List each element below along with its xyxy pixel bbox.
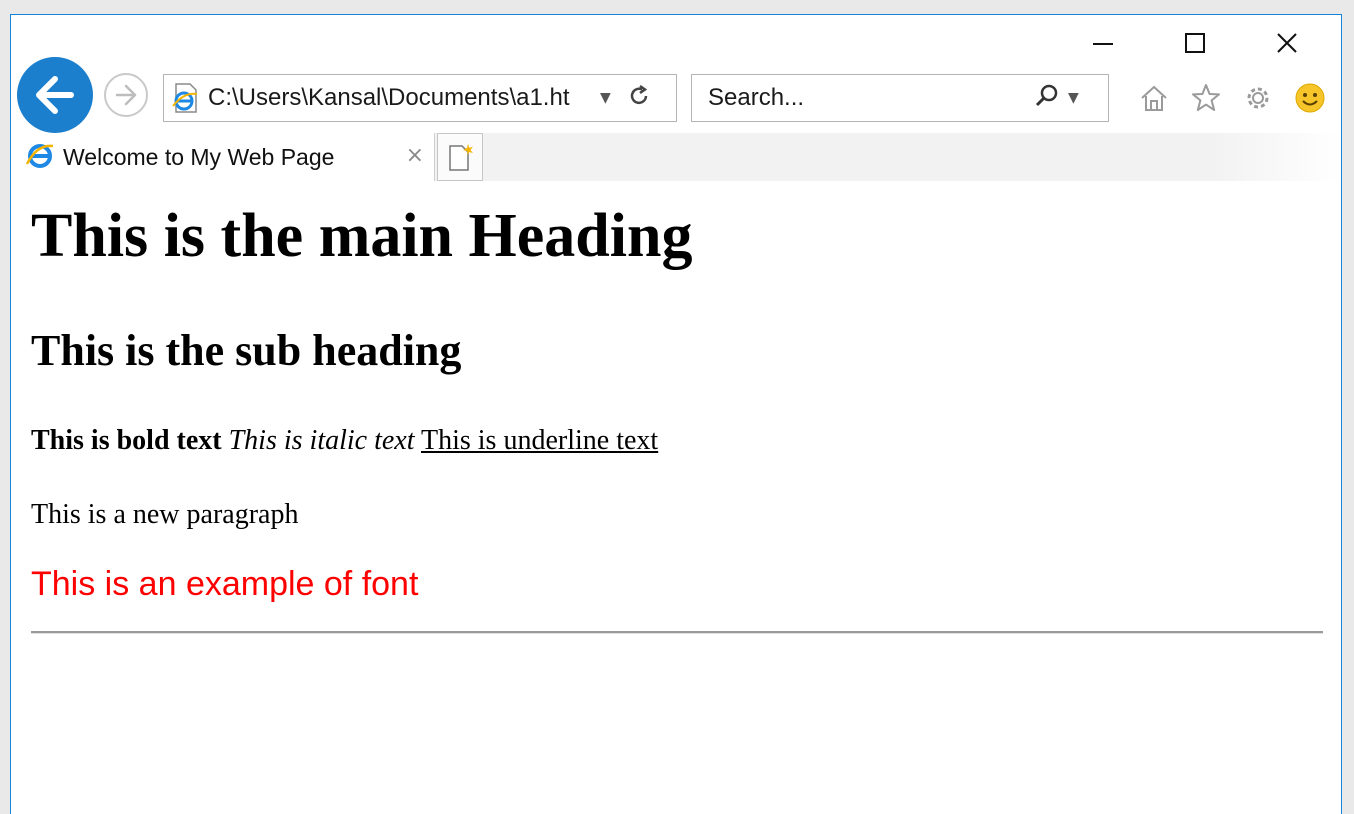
address-url[interactable]: C:\Users\Kansal\Documents\a1.ht [208,84,588,112]
search-input[interactable] [706,83,1010,113]
window-controls [1057,23,1333,73]
tab-welcome[interactable]: Welcome to My Web Page × [11,133,435,181]
gear-icon[interactable] [1239,79,1277,117]
forward-arrow-icon [115,84,137,106]
refresh-icon[interactable] [627,84,651,112]
back-arrow-icon [36,76,74,114]
tab-bar: Welcome to My Web Page × [11,133,1341,181]
ie-logo-icon [25,140,55,174]
main-heading: This is the main Heading [31,202,693,270]
new-paragraph: This is a new paragraph [31,499,299,530]
new-tab-icon [449,144,473,171]
smiley-icon[interactable] [1291,79,1329,117]
sub-heading: This is the sub heading [31,326,462,375]
maximize-button[interactable] [1149,23,1241,73]
tab-close-icon[interactable]: × [406,143,424,168]
forward-button[interactable] [104,73,148,117]
new-tab-button[interactable] [437,133,483,181]
browser-window: C:\Users\Kansal\Documents\a1.ht ▼ ▼ [10,14,1342,814]
chevron-down-icon[interactable]: ▼ [600,90,611,106]
close-icon [1277,33,1297,53]
tab-title: Welcome to My Web Page [63,143,335,170]
address-bar[interactable]: C:\Users\Kansal\Documents\a1.ht ▼ [163,74,677,122]
toolbar-icons [1135,79,1329,117]
star-icon[interactable] [1187,79,1225,117]
maximize-icon [1185,33,1205,53]
minimize-button[interactable] [1057,23,1149,73]
ie-page-icon [170,82,200,114]
minimize-icon [1093,43,1113,45]
search-box[interactable]: ▼ [691,74,1109,122]
home-icon[interactable] [1135,79,1173,117]
page-content: This is the main Heading This is the sub… [11,181,1341,814]
italic-text: This is italic text [228,425,415,456]
bold-text: This is bold text [31,425,222,456]
underline-text: This is underline text [421,425,659,456]
close-window-button[interactable] [1241,23,1333,73]
search-icon[interactable] [1034,83,1060,113]
horizontal-rule [31,631,1323,634]
formatted-text-paragraph: This is bold text This is italic text Th… [31,425,658,457]
search-dropdown-icon[interactable]: ▼ [1068,90,1079,106]
back-button[interactable] [17,57,93,133]
font-example-text: This is an example of font [31,565,419,603]
